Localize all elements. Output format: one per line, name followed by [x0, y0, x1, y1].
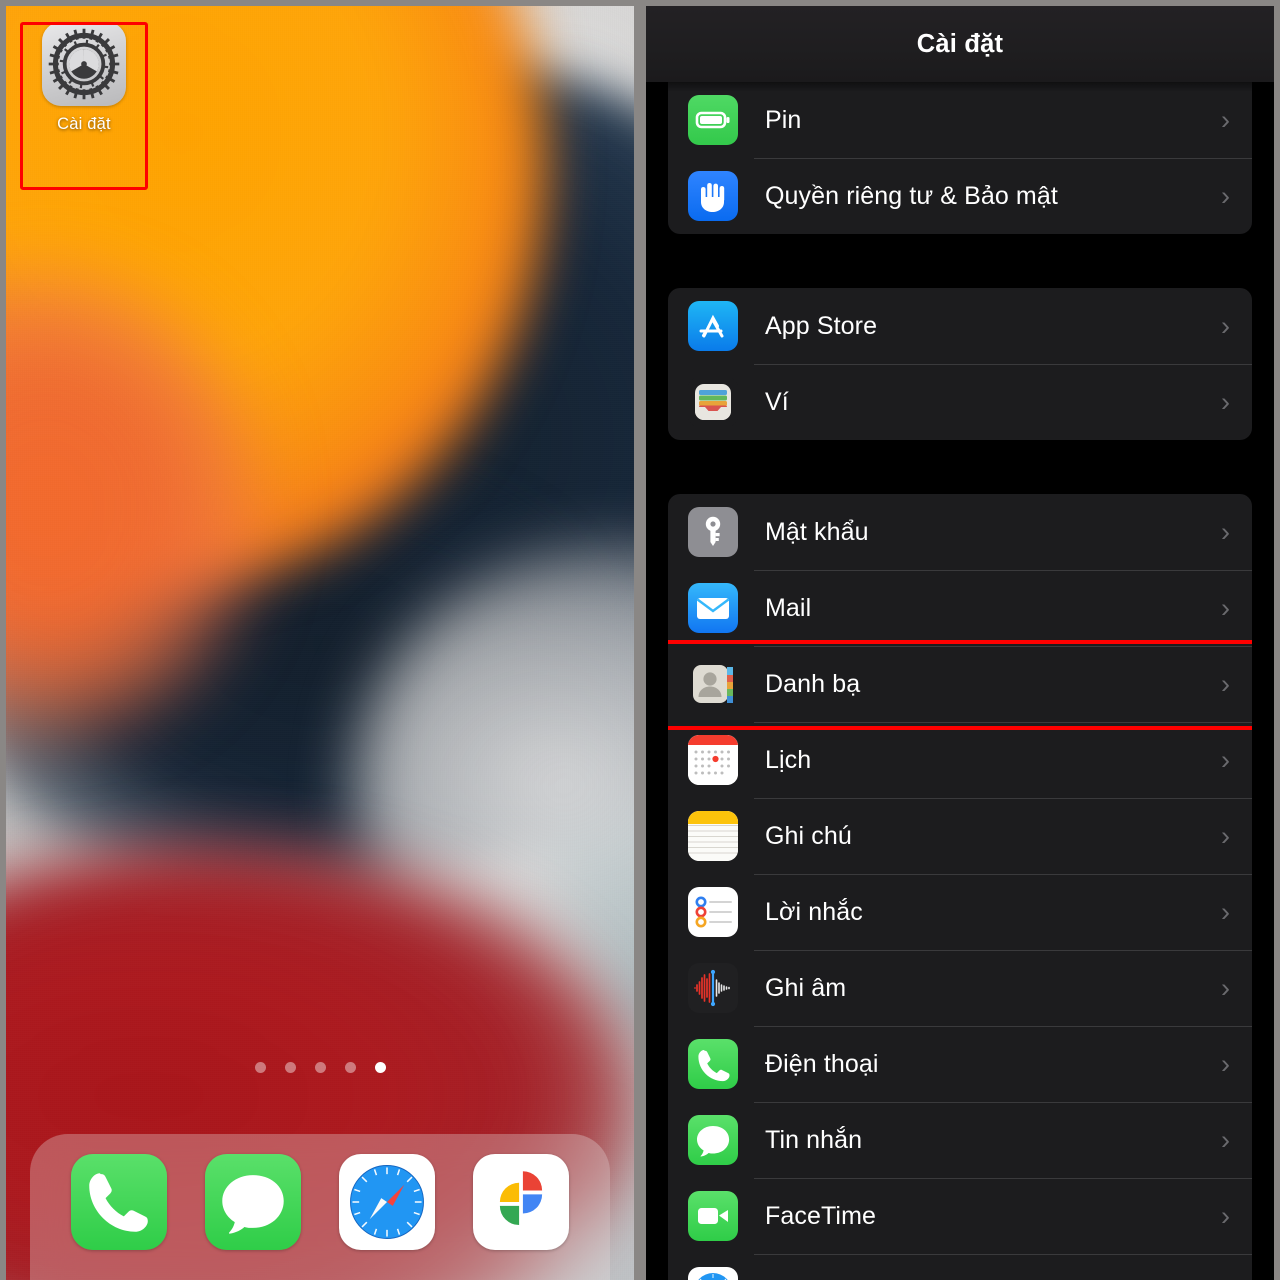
settings-group-apps: Mật khẩu › Mail › Danh bạ › Lịch › Ghi c…: [668, 494, 1252, 1280]
key-passwords-icon: [688, 507, 738, 557]
settings-row-label: FaceTime: [765, 1201, 877, 1230]
chevron-right-icon: ›: [1221, 896, 1230, 927]
page-dot-4[interactable]: [344, 1062, 356, 1073]
settings-row-label: Điện thoại: [765, 1049, 879, 1078]
hand-privacy-icon: [688, 171, 738, 221]
chevron-right-icon: ›: [1221, 104, 1230, 135]
settings-row-wallet[interactable]: Ví ›: [668, 364, 1252, 440]
settings-row-label: Quyền riêng tư & Bảo mật: [765, 181, 1058, 210]
page-title: Cài đặt: [916, 29, 1004, 58]
settings-row-notes[interactable]: Ghi chú ›: [668, 798, 1252, 874]
home-dock: [30, 1134, 610, 1280]
wallet-icon: [688, 377, 738, 427]
settings-gear-icon[interactable]: [42, 22, 126, 106]
settings-row-safari[interactable]: Safari ›: [668, 1254, 1252, 1280]
settings-row-label: Ghi âm: [765, 973, 847, 1002]
home-app-settings[interactable]: Cài đặt: [20, 22, 148, 190]
chevron-right-icon: ›: [1221, 1200, 1230, 1231]
settings-row-label: Ví: [765, 387, 789, 416]
settings-row-facetime[interactable]: FaceTime ›: [668, 1178, 1252, 1254]
page-dot-2[interactable]: [284, 1062, 296, 1073]
chevron-right-icon: ›: [1221, 310, 1230, 341]
settings-row-label: Mật khẩu: [765, 517, 869, 546]
voice-memos-icon: [688, 963, 738, 1013]
settings-row-label: Ghi chú: [765, 821, 852, 850]
settings-row-contacts[interactable]: Danh bạ ›: [668, 640, 1252, 730]
screenshot-root: Cài đặt Cài đặt Pin › Quyền riêng tư & B…: [0, 0, 1280, 1280]
chevron-right-icon: ›: [1221, 972, 1230, 1003]
reminders-icon: [688, 887, 738, 937]
settings-row-label: Mail: [765, 593, 812, 622]
chevron-right-icon: ›: [1221, 386, 1230, 417]
chevron-right-icon: ›: [1221, 516, 1230, 547]
settings-group-stores: App Store › Ví ›: [668, 288, 1252, 440]
settings-scroll-list[interactable]: Pin › Quyền riêng tư & Bảo mật › App Sto…: [646, 82, 1274, 1280]
settings-row-privacy[interactable]: Quyền riêng tư & Bảo mật ›: [668, 158, 1252, 234]
battery-icon: [688, 95, 738, 145]
calendar-icon: [688, 735, 738, 785]
google-photos-icon[interactable]: [473, 1154, 569, 1250]
settings-row-label: App Store: [765, 311, 878, 340]
iphone-home-screen: Cài đặt: [6, 6, 634, 1280]
settings-row-calendar[interactable]: Lịch ›: [668, 722, 1252, 798]
settings-row-label: Pin: [765, 105, 802, 134]
chevron-right-icon: ›: [1221, 1124, 1230, 1155]
settings-row-reminders[interactable]: Lời nhắc ›: [668, 874, 1252, 950]
page-dots[interactable]: [6, 1062, 634, 1073]
settings-row-mail[interactable]: Mail ›: [668, 570, 1252, 646]
safari-compass-icon: [688, 1267, 738, 1280]
chevron-right-icon: ›: [1221, 744, 1230, 775]
settings-row-label: Lịch: [765, 745, 812, 774]
settings-row-passwords[interactable]: Mật khẩu ›: [668, 494, 1252, 570]
settings-row-label: Lời nhắc: [765, 897, 863, 926]
mail-envelope-icon: [688, 583, 738, 633]
settings-row-phone[interactable]: Điện thoại ›: [668, 1026, 1252, 1102]
phone-icon: [688, 1039, 738, 1089]
facetime-icon: [688, 1191, 738, 1241]
settings-app-screen: Cài đặt Pin › Quyền riêng tư & Bảo mật ›…: [646, 6, 1274, 1280]
settings-nav-bar: Cài đặt: [646, 6, 1274, 82]
chevron-right-icon: ›: [1221, 180, 1230, 211]
app-store-icon: [688, 301, 738, 351]
contacts-row-highlight-box: [668, 640, 1252, 730]
settings-row-label: Danh bạ: [765, 669, 861, 698]
settings-app-label: Cài đặt: [57, 115, 111, 133]
settings-group-system: Pin › Quyền riêng tư & Bảo mật ›: [668, 82, 1252, 234]
settings-row-messages[interactable]: Tin nhắn ›: [668, 1102, 1252, 1178]
chevron-right-icon: ›: [1221, 820, 1230, 851]
safari-compass-icon[interactable]: [339, 1154, 435, 1250]
settings-row-label: Tin nhắn: [765, 1125, 863, 1154]
chevron-right-icon: ›: [1221, 1048, 1230, 1079]
settings-row-voice-memos[interactable]: Ghi âm ›: [668, 950, 1252, 1026]
phone-icon[interactable]: [71, 1154, 167, 1250]
messages-icon[interactable]: [205, 1154, 301, 1250]
home-app-grid: Cài đặt: [6, 6, 634, 190]
page-dot-1[interactable]: [254, 1062, 266, 1073]
page-dot-5-active[interactable]: [374, 1062, 386, 1073]
chevron-right-icon: ›: [1221, 668, 1230, 699]
chevron-right-icon: ›: [1221, 592, 1230, 623]
notes-icon: [688, 811, 738, 861]
settings-row-app-store[interactable]: App Store ›: [668, 288, 1252, 364]
settings-row-pin[interactable]: Pin ›: [668, 82, 1252, 158]
page-dot-3[interactable]: [314, 1062, 326, 1073]
messages-icon: [688, 1115, 738, 1165]
contacts-icon: [688, 659, 738, 709]
